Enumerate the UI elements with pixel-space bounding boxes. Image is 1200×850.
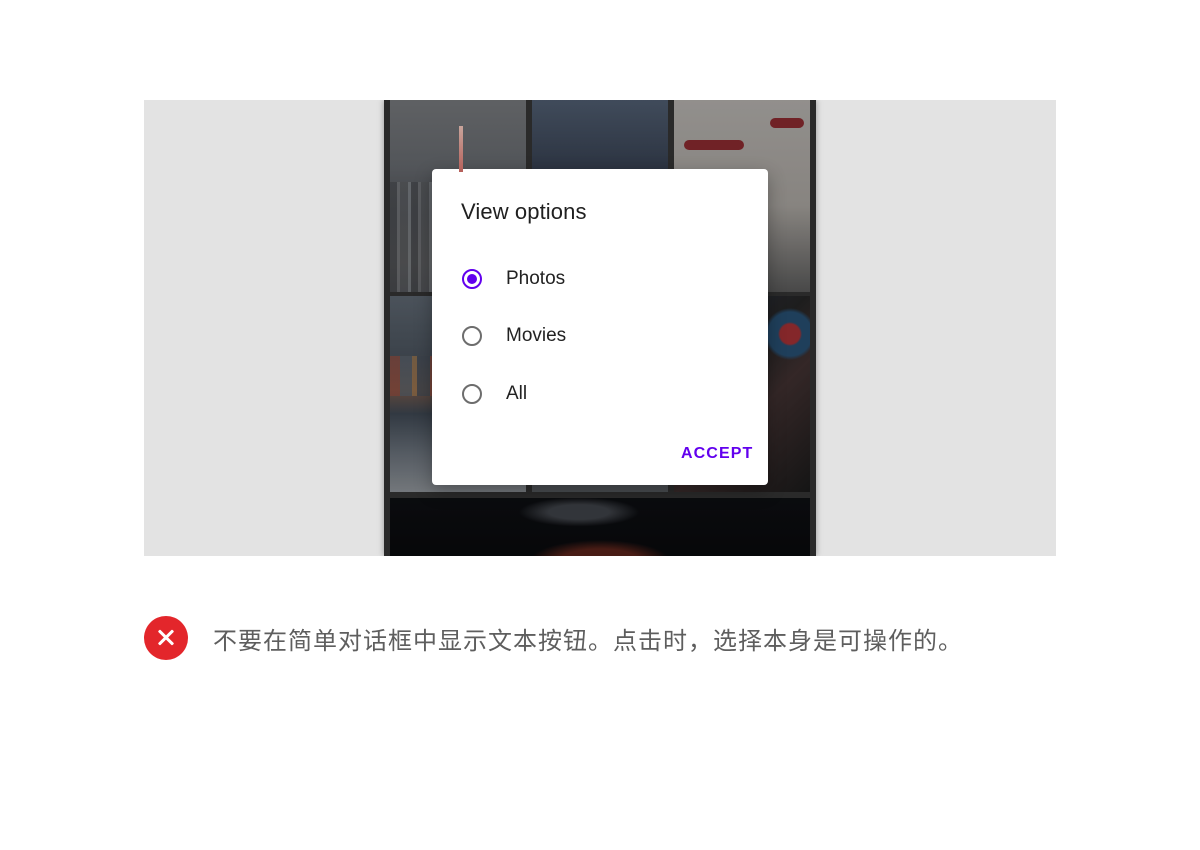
dialog-title: View options bbox=[461, 199, 587, 224]
radio-checked-icon[interactable] bbox=[462, 269, 482, 289]
radio-option-all[interactable]: All bbox=[462, 379, 742, 409]
close-icon bbox=[144, 616, 188, 660]
radio-option-label: Movies bbox=[506, 325, 567, 346]
radio-option-label: Photos bbox=[506, 268, 566, 289]
radio-option-label: All bbox=[506, 383, 528, 404]
radio-unchecked-icon[interactable] bbox=[462, 326, 482, 346]
accept-button[interactable]: ACCEPT bbox=[681, 445, 753, 463]
guideline-caption: 不要在简单对话框中显示文本按钮。点击时，选择本身是可操作的。 bbox=[144, 616, 963, 660]
radio-option-photos[interactable]: Photos bbox=[462, 264, 742, 294]
radio-unchecked-icon[interactable] bbox=[462, 384, 482, 404]
caption-text: 不要在简单对话框中显示文本按钮。点击时，选择本身是可操作的。 bbox=[213, 626, 963, 655]
radio-option-movies[interactable]: Movies bbox=[462, 321, 742, 351]
